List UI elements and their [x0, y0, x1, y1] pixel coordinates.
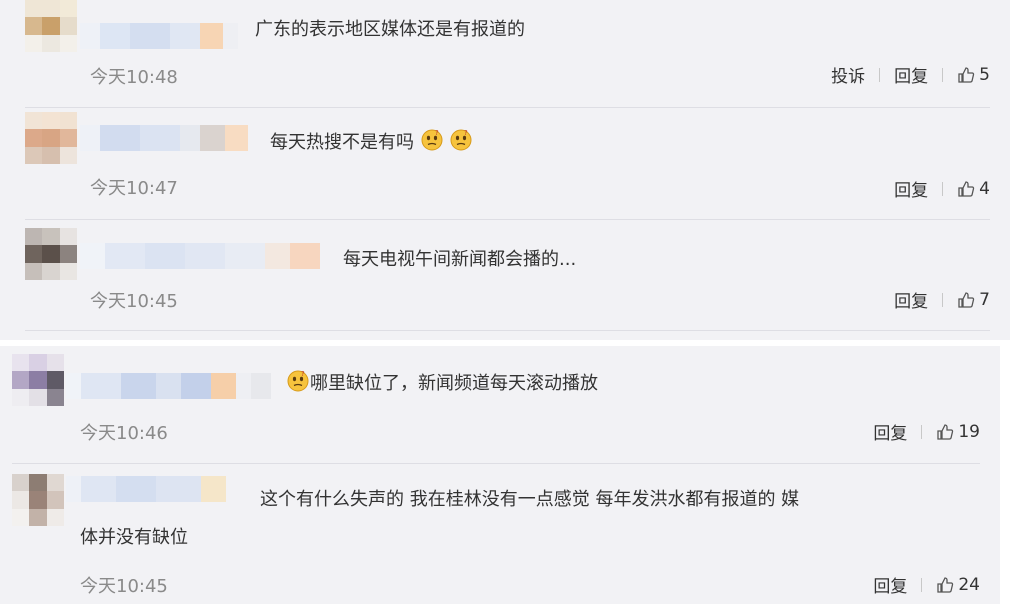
like-button[interactable]: 7: [957, 290, 990, 310]
confused-face-emoji: ?: [287, 370, 309, 392]
username-blurred[interactable]: [80, 125, 248, 151]
action-separator: [921, 424, 923, 439]
username-blurred[interactable]: [80, 243, 320, 269]
action-separator: [879, 67, 881, 82]
comment-time: 今天10:45: [90, 291, 178, 312]
like-button[interactable]: 24: [936, 575, 980, 595]
avatar[interactable]: [12, 354, 64, 406]
comment-item: 这个有什么失声的 我在桂林没有一点感觉 每年发洪水都有报道的 媒 体并没有缺位 …: [0, 464, 1000, 604]
comment-time: 今天10:45: [80, 576, 168, 597]
comment-text: 广东的表示地区媒体还是有报道的: [255, 19, 525, 40]
thumbs-up-icon: [937, 576, 954, 593]
thumbs-up-icon: [937, 423, 954, 440]
action-separator: [942, 292, 944, 307]
reply-link[interactable]: 回复: [894, 176, 928, 201]
comment-item: 每天热搜不是有吗 ? ? 今天10:47 回复 4: [0, 108, 1010, 220]
reply-link[interactable]: 回复: [873, 419, 907, 444]
svg-text:?: ?: [464, 129, 468, 137]
avatar[interactable]: [25, 112, 77, 164]
confused-face-emoji: ?: [421, 129, 443, 151]
comment-text: 每天电视午间新闻都会播的...: [343, 249, 577, 270]
comment-text: 每天热搜不是有吗 ? ?: [270, 129, 473, 157]
comment-time: 今天10:47: [90, 178, 178, 199]
reply-link[interactable]: 回复: [873, 572, 907, 597]
comment-text-continued: 体并没有缺位: [80, 527, 188, 548]
like-count: 7: [979, 289, 990, 310]
avatar[interactable]: [12, 474, 64, 526]
comment-text: ? 哪里缺位了，新闻频道每天滚动播放: [286, 370, 598, 398]
username-blurred[interactable]: [66, 476, 226, 502]
thumbs-up-icon: [958, 291, 975, 308]
report-link[interactable]: 投诉: [831, 62, 865, 87]
comment-text: 这个有什么失声的 我在桂林没有一点感觉 每年发洪水都有报道的 媒: [260, 489, 800, 510]
confused-face-emoji: ?: [450, 129, 472, 151]
action-separator: [921, 577, 923, 592]
like-count: 19: [958, 421, 980, 442]
username-blurred[interactable]: [80, 23, 238, 49]
comment-panel-bottom: ? 哪里缺位了，新闻频道每天滚动播放 今天10:46 回复 19 这个有什么失声的…: [0, 346, 1000, 604]
avatar[interactable]: [25, 0, 77, 52]
comment-actions: 回复 19: [873, 419, 980, 445]
like-button[interactable]: 5: [957, 65, 990, 85]
like-button[interactable]: 19: [936, 422, 980, 442]
comment-time: 今天10:48: [90, 67, 178, 88]
comment-panel-top: 广东的表示地区媒体还是有报道的 今天10:48 投诉 回复 5 每天热搜不是有吗: [0, 0, 1010, 340]
comment-text-content: 哪里缺位了，新闻频道每天滚动播放: [310, 373, 598, 394]
comment-actions: 投诉 回复 5: [831, 62, 990, 88]
action-separator: [942, 67, 944, 82]
comment-time: 今天10:46: [80, 423, 168, 444]
like-count: 5: [979, 64, 990, 85]
like-count: 4: [979, 178, 990, 199]
thumbs-up-icon: [958, 66, 975, 83]
like-count: 24: [958, 574, 980, 595]
comment-actions: 回复 24: [873, 572, 980, 598]
thumbs-up-icon: [958, 180, 975, 197]
avatar[interactable]: [25, 228, 77, 280]
comment-item: 广东的表示地区媒体还是有报道的 今天10:48 投诉 回复 5: [0, 0, 1010, 108]
svg-text:?: ?: [301, 370, 305, 378]
username-blurred[interactable]: [66, 373, 271, 399]
svg-text:?: ?: [435, 129, 439, 137]
action-separator: [942, 181, 944, 196]
comment-item: 每天电视午间新闻都会播的... 今天10:45 回复 7: [0, 220, 1010, 340]
comment-item: ? 哪里缺位了，新闻频道每天滚动播放 今天10:46 回复 19: [0, 346, 1000, 464]
like-button[interactable]: 4: [957, 179, 990, 199]
reply-link[interactable]: 回复: [894, 287, 928, 312]
comment-actions: 回复 4: [894, 176, 990, 202]
divider: [25, 330, 990, 331]
reply-link[interactable]: 回复: [894, 62, 928, 87]
comment-actions: 回复 7: [894, 287, 990, 313]
comment-text-content: 每天热搜不是有吗: [270, 132, 414, 153]
